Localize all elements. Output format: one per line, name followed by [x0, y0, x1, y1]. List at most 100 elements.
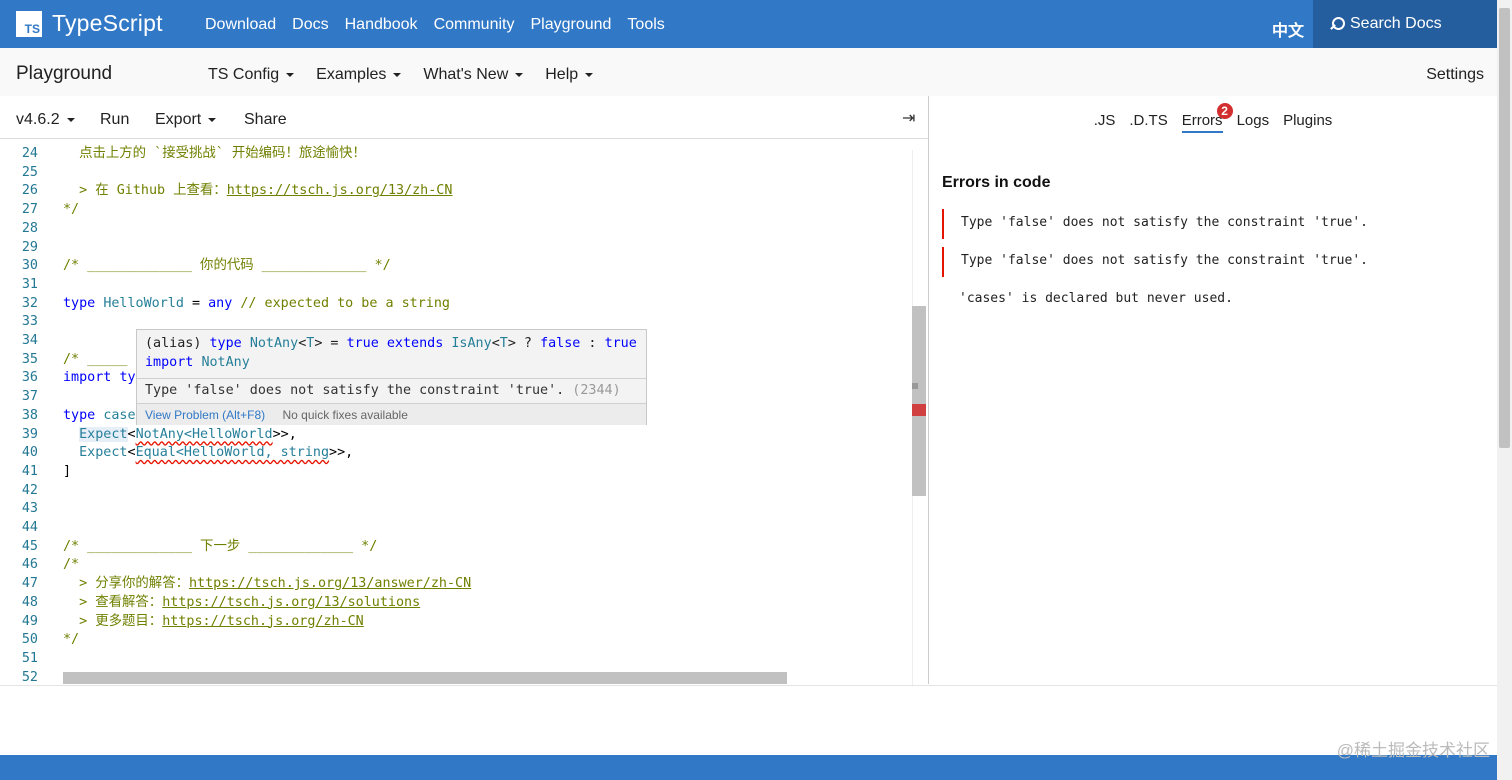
code-line[interactable]: 26 > 在 Github 上查看：https://tsch.js.org/13… [0, 181, 912, 200]
line-number: 44 [21, 520, 38, 535]
watermark: @稀土掘金技术社区 [1336, 741, 1490, 760]
nav-link-download[interactable]: Download [205, 16, 276, 34]
line-number: 30 [21, 258, 38, 274]
search-label: Search Docs [1350, 15, 1442, 32]
line-number: 52 [21, 669, 38, 685]
editor-horizontal-scrollbar[interactable] [63, 672, 787, 684]
code-line[interactable]: 39 Expect<NotAny<HelloWorld>>, [0, 425, 912, 444]
playground-bar: Playground TS Config Examples What's New… [0, 48, 1497, 96]
line-number: 49 [21, 613, 38, 629]
code-line[interactable]: 24 点击上方的 `接受挑战` 开始编码！旅途愉快！ [0, 144, 912, 163]
menu-label: Help [545, 66, 579, 83]
playground-title: Playground [16, 63, 113, 84]
code-line[interactable]: 28 [0, 219, 912, 238]
line-code: 点击上方的 `接受挑战` 开始编码！旅途愉快！ [79, 146, 366, 161]
line-number: 45 [21, 538, 38, 554]
warning-item[interactable]: 'cases' is declared but never used. [942, 285, 1233, 315]
error-item[interactable]: Type 'false' does not satisfy the constr… [942, 209, 1368, 239]
caret-down-icon [393, 73, 402, 77]
overview-ruler-mark [912, 383, 918, 389]
line-number: 27 [21, 202, 38, 218]
view-problem-link[interactable]: View Problem (Alt+F8) [145, 408, 265, 422]
output-panel: .JS .D.TS Errors 2 Logs Plugins Errors in… [929, 96, 1497, 684]
code-line[interactable]: 48 > 查看解答：https://tsch.js.org/13/solutio… [0, 593, 912, 612]
code-line[interactable]: 43 [0, 499, 912, 518]
version-select[interactable]: v4.6.2 [16, 111, 75, 129]
code-line[interactable]: 47 > 分享你的解答：https://tsch.js.org/13/answe… [0, 574, 912, 593]
line-number: 26 [21, 183, 38, 199]
line-number: 32 [21, 295, 38, 311]
tab-errors[interactable]: Errors 2 [1181, 103, 1233, 133]
line-number: 42 [21, 482, 38, 498]
tooltip-error-code: (2344) [572, 383, 621, 398]
code-line[interactable]: 40 Expect<Equal<HelloWorld, string>>, [0, 443, 912, 462]
line-code: /* _____ [63, 351, 128, 367]
code-line[interactable]: 31 [0, 275, 912, 294]
nav-link-playground[interactable]: Playground [530, 16, 611, 34]
code-line[interactable]: 25 [0, 163, 912, 182]
code-line[interactable]: 42 [0, 481, 912, 500]
code-line[interactable]: 30 /* _____________ 你的代码 _____________ */ [0, 256, 912, 275]
page-scroll-thumb[interactable] [1499, 8, 1510, 448]
nav-link-handbook[interactable]: Handbook [345, 16, 418, 34]
line-number: 40 [21, 445, 38, 461]
line-code: Expect<Equal<HelloWorld, string>>, [79, 445, 354, 461]
line-number: 36 [21, 370, 38, 386]
run-button[interactable]: Run [100, 111, 129, 129]
line-number: 34 [21, 333, 38, 348]
menu-ts-config[interactable]: TS Config [208, 66, 295, 84]
page-footer-area [0, 685, 1497, 755]
language-switch[interactable]: 中文 [1272, 17, 1304, 41]
tab-logs[interactable]: Logs [1237, 112, 1270, 133]
line-code: ] [63, 463, 72, 479]
share-button[interactable]: Share [244, 111, 287, 129]
code-line[interactable]: 32 type HelloWorld = any // expected to b… [0, 294, 912, 313]
tab-dts[interactable]: .D.TS [1129, 112, 1167, 133]
search-docs-button[interactable]: Search Docs [1313, 0, 1497, 48]
brand[interactable]: TS TypeScript [16, 10, 163, 37]
line-number: 31 [21, 276, 38, 292]
version-label: v4.6.2 [16, 111, 60, 128]
line-number: 48 [21, 594, 38, 610]
code-line[interactable]: 44 [0, 518, 912, 537]
playground-menus: TS Config Examples What's New Help [208, 66, 615, 84]
tab-plugins[interactable]: Plugins [1283, 112, 1332, 133]
nav-link-tools[interactable]: Tools [627, 16, 664, 34]
code-line[interactable]: 27 */ [0, 200, 912, 219]
caret-down-icon [286, 73, 295, 77]
export-label: Export [155, 111, 202, 128]
code-line[interactable]: 29 [0, 238, 912, 257]
code-line[interactable]: 41] [0, 462, 912, 481]
code-line[interactable]: 50 */ [0, 630, 912, 649]
line-number: 51 [21, 650, 38, 666]
line-number: 28 [21, 220, 38, 236]
tab-js[interactable]: .JS [1094, 112, 1116, 133]
line-code: import ty [63, 370, 136, 386]
code-line[interactable]: 49 > 更多题目：https://tsch.js.org/zh-CN [0, 612, 912, 631]
search-icon [1329, 17, 1345, 31]
line-number: 35 [21, 351, 38, 367]
settings-link[interactable]: Settings [1426, 66, 1484, 84]
line-number: 47 [21, 576, 38, 592]
menu-whats-new[interactable]: What's New [423, 66, 524, 84]
nav-link-community[interactable]: Community [434, 16, 515, 34]
nav-link-docs[interactable]: Docs [292, 16, 328, 34]
error-item[interactable]: Type 'false' does not satisfy the constr… [942, 247, 1368, 277]
line-number: 24 [21, 146, 38, 161]
menu-examples[interactable]: Examples [316, 66, 402, 84]
line-number: 41 [21, 463, 38, 479]
menu-help[interactable]: Help [545, 66, 594, 84]
code-line[interactable]: 51 [0, 649, 912, 668]
line-number: 29 [21, 239, 38, 255]
editor-scroll-thumb[interactable] [912, 306, 926, 496]
code-line[interactable]: 46 /* [0, 555, 912, 574]
export-menu[interactable]: Export [155, 111, 217, 129]
caret-down-icon [585, 73, 594, 77]
line-code: > 查看解答：https://tsch.js.org/13/solutions [79, 594, 421, 610]
tab-errors-label: Errors [1181, 112, 1223, 129]
code-line[interactable]: 45 /* _____________ 下一步 _____________ */ [0, 537, 912, 556]
overview-ruler-error-mark [912, 404, 926, 416]
line-number: 43 [21, 501, 38, 517]
collapse-panel-icon[interactable]: ⇥ [902, 108, 915, 128]
line-code: */ [63, 632, 80, 648]
